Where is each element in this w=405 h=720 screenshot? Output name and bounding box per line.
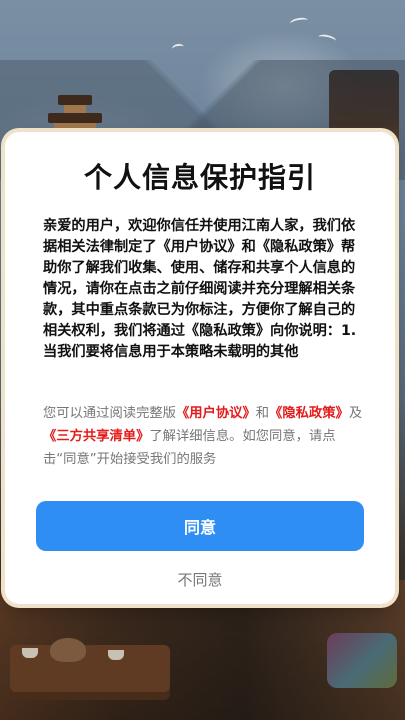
bird-icon [317,33,337,45]
bird-icon [289,16,309,28]
teacup-illustration [22,648,38,658]
cushions-illustration [327,633,397,688]
privacy-dialog: 个人信息保护指引 亲爱的用户，欢迎你信任并使用江南人家，我们依据相关法律制定了《… [5,132,395,604]
user-agreement-link[interactable]: 《用户协议》 [176,406,256,421]
notice-text-2: 和 [255,406,270,421]
bird-icon [171,43,185,53]
agree-button[interactable]: 同意 [36,501,364,551]
policy-text: 亲爱的用户，欢迎你信任并使用江南人家，我们依据相关法律制定了《用户协议》和《隐私… [43,218,357,360]
teapot-illustration [50,638,86,662]
notice-text-1: 您可以通过阅读完整版 [43,406,176,421]
notice-text-3: 及 [348,406,363,421]
teacup-illustration [108,650,124,660]
third-party-sharing-list-link[interactable]: 《三方共享清单》 [43,429,149,444]
dialog-title: 个人信息保护指引 [83,161,316,194]
disagree-button[interactable]: 不同意 [5,569,395,589]
privacy-policy-link[interactable]: 《隐私政策》 [269,406,349,421]
policy-scroll-area[interactable]: 亲爱的用户，欢迎你信任并使用江南人家，我们依据相关法律制定了《用户协议》和《隐私… [43,216,367,524]
agreement-notice: 您可以通过阅读完整版《用户协议》和《隐私政策》及《三方共享清单》了解详细信息。如… [43,402,367,471]
